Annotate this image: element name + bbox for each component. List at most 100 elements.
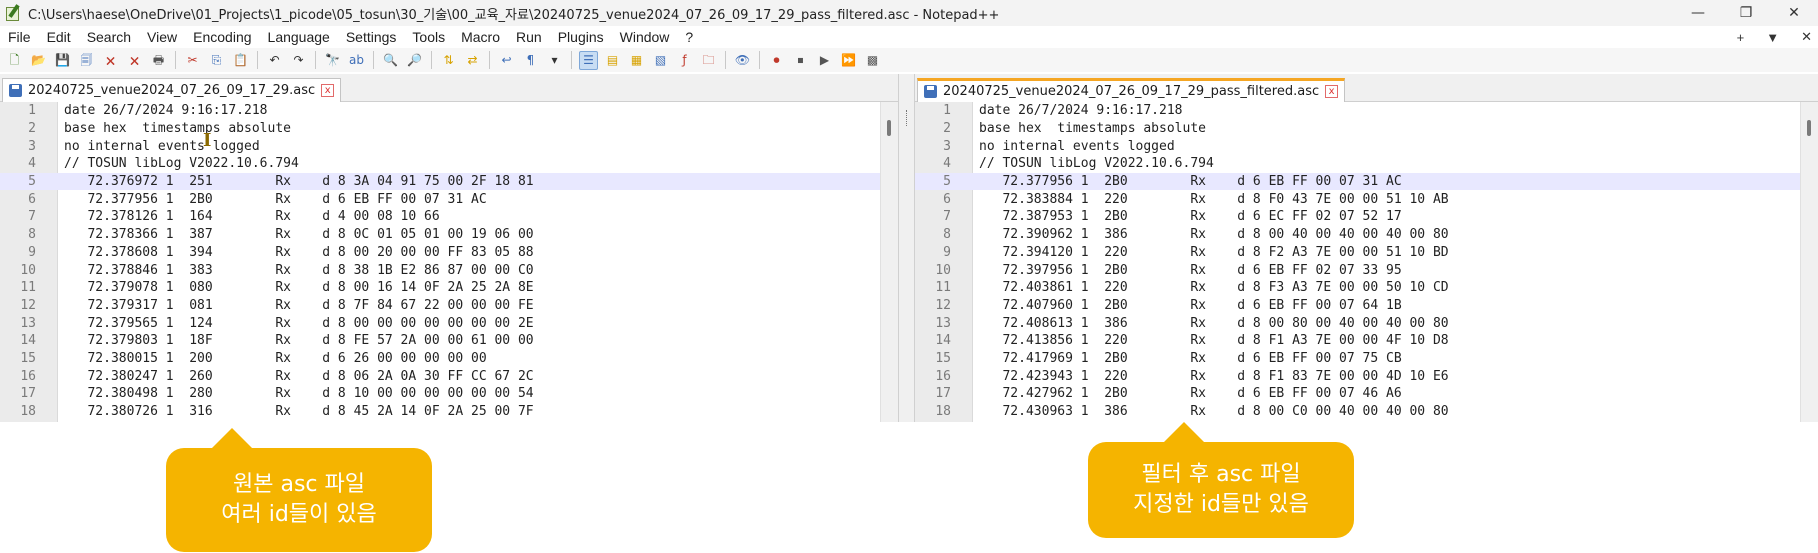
editor-line[interactable]: 5 72.376972 1 251 Rx d 8 3A 04 91 75 00 … — [0, 172, 880, 191]
editor-line[interactable]: 4 // TOSUN libLog V2022.10.6.794 — [0, 155, 880, 173]
editor-line[interactable]: 12 72.407960 1 2B0 Rx d 6 EB FF 00 07 64… — [915, 297, 1800, 315]
folder-workspace-icon[interactable]: 🗀 — [699, 51, 718, 70]
editor-line[interactable]: 6 72.383884 1 220 Rx d 8 F0 43 7E 00 00 … — [915, 190, 1800, 208]
dropdown-icon[interactable]: ▾ — [545, 51, 564, 70]
stop-macro-icon[interactable]: ⏹ — [791, 51, 810, 70]
menu-item-language[interactable]: Language — [260, 29, 338, 45]
editor-line[interactable]: 18 72.430963 1 386 Rx d 8 00 C0 00 40 00… — [915, 403, 1800, 421]
editor-line[interactable]: 2 base hex timestamps absolute — [915, 120, 1800, 138]
editor-line[interactable]: 7 72.387953 1 2B0 Rx d 6 EC FF 02 07 52 … — [915, 208, 1800, 226]
editor-line[interactable]: 1 date 26/7/2024 9:16:17.218 — [915, 102, 1800, 120]
editor-line[interactable]: 17 72.380498 1 280 Rx d 8 10 00 00 00 00… — [0, 385, 880, 403]
editor-line[interactable]: 12 72.379317 1 081 Rx d 8 7F 84 67 22 00… — [0, 297, 880, 315]
menu-item-plugins[interactable]: Plugins — [550, 29, 612, 45]
menu-item-window[interactable]: Window — [612, 29, 678, 45]
pane-splitter[interactable] — [898, 74, 915, 422]
zoom-in-icon[interactable]: 🔍 — [381, 51, 400, 70]
editor-line[interactable]: 3 no internal events logged — [915, 137, 1800, 155]
editor-line[interactable]: 5 72.377956 1 2B0 Rx d 6 EB FF 00 07 31 … — [915, 172, 1800, 191]
scrollbar-thumb[interactable] — [1807, 120, 1811, 136]
editor-line[interactable]: 10 72.397956 1 2B0 Rx d 6 EB FF 02 07 33… — [915, 261, 1800, 279]
editor-line[interactable]: 9 72.394120 1 220 Rx d 8 F2 A3 7E 00 00 … — [915, 244, 1800, 262]
new-tab-button[interactable]: + — [1737, 30, 1745, 45]
find-icon[interactable]: 🔭 — [323, 51, 342, 70]
sync-horizontal-icon[interactable]: ⇄ — [463, 51, 482, 70]
editor-line[interactable]: 1 date 26/7/2024 9:16:17.218 — [0, 102, 880, 120]
maximize-button[interactable]: ❐ — [1722, 0, 1770, 26]
menu-item-encoding[interactable]: Encoding — [185, 29, 259, 45]
monitoring-icon[interactable]: 👁 — [733, 51, 752, 70]
editor-line[interactable]: 8 72.390962 1 386 Rx d 8 00 40 00 40 00 … — [915, 226, 1800, 244]
word-wrap-icon[interactable]: ↩ — [497, 51, 516, 70]
close-tab-icon[interactable]: x — [321, 84, 335, 97]
doc-map-icon[interactable]: ▦ — [627, 51, 646, 70]
close-all-icon[interactable]: 🗙 — [125, 51, 144, 70]
menu-item-edit[interactable]: Edit — [39, 29, 79, 45]
show-all-chars-icon[interactable]: ¶ — [521, 51, 540, 70]
indent-guide-icon[interactable]: ☰ — [579, 50, 598, 70]
editor-line[interactable]: 2 base hex timestamps absolute — [0, 120, 880, 138]
udl-icon[interactable]: ▤ — [603, 51, 622, 70]
copy-icon[interactable]: ⎘ — [207, 51, 226, 70]
save-all-icon[interactable]: 🗐 — [77, 51, 96, 70]
editor-line[interactable]: 11 72.403861 1 220 Rx d 8 F3 A3 7E 00 00… — [915, 279, 1800, 297]
menu-item-settings[interactable]: Settings — [338, 29, 405, 45]
splitter-grip[interactable] — [906, 110, 908, 126]
editor-line[interactable]: 10 72.378846 1 383 Rx d 8 38 1B E2 86 87… — [0, 261, 880, 279]
editor-line[interactable]: 6 72.377956 1 2B0 Rx d 6 EB FF 00 07 31 … — [0, 190, 880, 208]
left-vertical-scrollbar[interactable] — [880, 102, 898, 422]
editor-line[interactable]: 4 // TOSUN libLog V2022.10.6.794 — [915, 155, 1800, 173]
editor-line[interactable]: 15 72.380015 1 200 Rx d 6 26 00 00 00 00… — [0, 350, 880, 368]
play-macro-icon[interactable]: ▶ — [815, 51, 834, 70]
cut-icon[interactable]: ✂ — [183, 51, 202, 70]
run-macro-multiple-icon[interactable]: ⏩ — [839, 51, 858, 70]
editor-line[interactable]: 18 72.380726 1 316 Rx d 8 45 2A 14 0F 2A… — [0, 403, 880, 421]
editor-line[interactable]: 9 72.378608 1 394 Rx d 8 00 20 00 00 FF … — [0, 244, 880, 262]
editor-line[interactable]: 14 72.413856 1 220 Rx d 8 F1 A3 7E 00 00… — [915, 332, 1800, 350]
menu-item-tools[interactable]: Tools — [404, 29, 453, 45]
menu-item-view[interactable]: View — [139, 29, 185, 45]
close-doc-button[interactable]: ✕ — [1801, 29, 1812, 45]
save-macro-icon[interactable]: ▩ — [863, 51, 882, 70]
editor-line[interactable]: 13 72.408613 1 386 Rx d 8 00 80 00 40 00… — [915, 314, 1800, 332]
save-icon[interactable]: 💾 — [53, 51, 72, 70]
editor-line[interactable]: 13 72.379565 1 124 Rx d 8 00 00 00 00 00… — [0, 314, 880, 332]
editor-line[interactable]: 8 72.378366 1 387 Rx d 8 0C 01 05 01 00 … — [0, 226, 880, 244]
print-icon[interactable]: 🖶 — [149, 51, 168, 70]
editor-line[interactable]: 3 no internal events logged — [0, 137, 880, 155]
zoom-out-icon[interactable]: 🔎 — [405, 51, 424, 70]
right-editor[interactable]: 1 date 26/7/2024 9:16:17.218 2 base hex tim… — [915, 102, 1818, 422]
sync-vertical-icon[interactable]: ⇅ — [439, 51, 458, 70]
open-file-icon[interactable]: 📂 — [29, 51, 48, 70]
editor-line[interactable]: 17 72.427962 1 2B0 Rx d 6 EB FF 00 07 46… — [915, 385, 1800, 403]
redo-icon[interactable]: ↷ — [289, 51, 308, 70]
editor-line[interactable]: 16 72.380247 1 260 Rx d 8 06 2A 0A 30 FF… — [0, 367, 880, 385]
right-vertical-scrollbar[interactable] — [1800, 102, 1818, 422]
new-file-icon[interactable]: 🗋 — [5, 51, 24, 70]
tab-list-dropdown[interactable]: ▼ — [1766, 30, 1779, 45]
menu-item-macro[interactable]: Macro — [453, 29, 508, 45]
tab-filtered-asc[interactable]: 20240725_venue2024_07_26_09_17_29_pass_f… — [917, 78, 1346, 102]
editor-line[interactable]: 11 72.379078 1 080 Rx d 8 00 16 14 0F 2A… — [0, 279, 880, 297]
menu-item-file[interactable]: File — [0, 29, 39, 45]
menu-item-run[interactable]: Run — [508, 29, 550, 45]
paste-icon[interactable]: 📋 — [231, 51, 250, 70]
function-list-icon[interactable]: ƒ — [675, 51, 694, 70]
close-file-icon[interactable]: 🗙 — [101, 51, 120, 70]
editor-line[interactable]: 7 72.378126 1 164 Rx d 4 00 08 10 66 — [0, 208, 880, 226]
close-tab-icon[interactable]: x — [1325, 85, 1339, 98]
editor-line[interactable]: 16 72.423943 1 220 Rx d 8 F1 83 7E 00 00… — [915, 367, 1800, 385]
tab-original-asc[interactable]: 20240725_venue2024_07_26_09_17_29.asc x — [2, 78, 342, 102]
doc-list-icon[interactable]: ▧ — [651, 51, 670, 70]
record-macro-icon[interactable]: ⏺ — [767, 51, 786, 70]
editor-line[interactable]: 15 72.417969 1 2B0 Rx d 6 EB FF 00 07 75… — [915, 350, 1800, 368]
replace-icon[interactable]: ab — [347, 51, 366, 70]
menu-item-help[interactable]: ? — [677, 29, 701, 45]
minimize-button[interactable]: — — [1674, 0, 1722, 26]
menu-item-search[interactable]: Search — [79, 29, 139, 45]
close-window-button[interactable]: ✕ — [1770, 0, 1818, 26]
editor-line[interactable]: 14 72.379803 1 18F Rx d 8 FE 57 2A 00 00… — [0, 332, 880, 350]
left-editor[interactable]: 1 date 26/7/2024 9:16:17.218 2 base hex tim… — [0, 102, 898, 422]
scrollbar-thumb[interactable] — [887, 120, 891, 136]
undo-icon[interactable]: ↶ — [265, 51, 284, 70]
